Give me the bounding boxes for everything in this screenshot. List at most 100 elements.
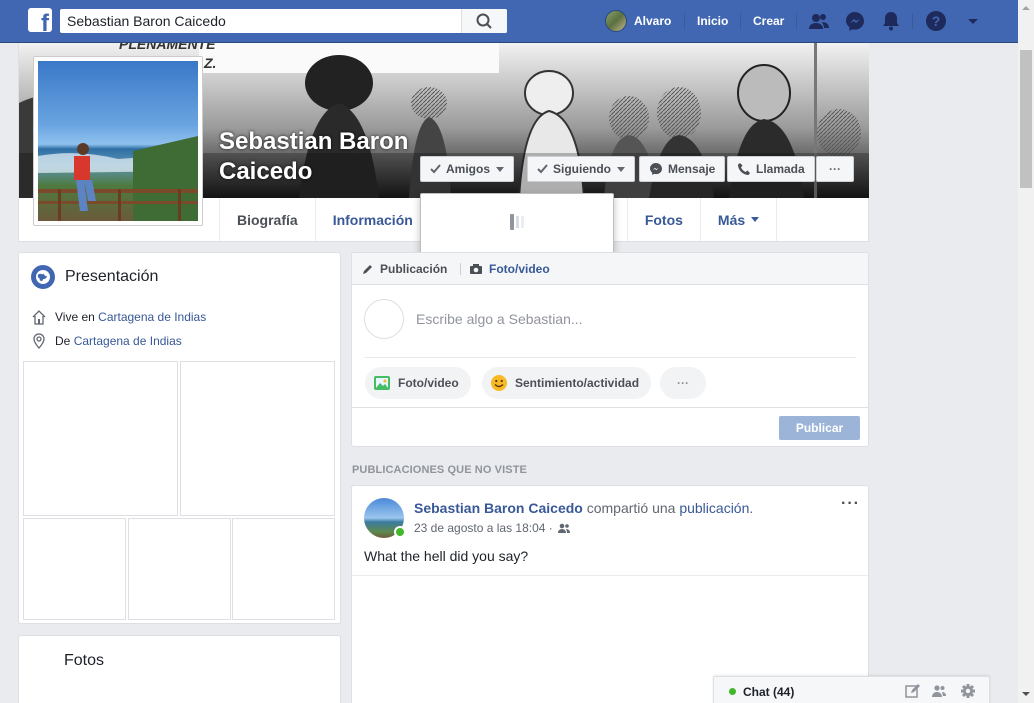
check-icon — [430, 164, 441, 174]
tab-label: Publicación — [380, 262, 448, 276]
messenger-icon — [650, 163, 662, 175]
post-shared-link[interactable]: publicación — [679, 500, 749, 516]
profile-picture[interactable] — [33, 56, 203, 226]
online-status-icon — [394, 526, 406, 538]
nav-user-profile-link[interactable]: Alvaro — [605, 9, 671, 33]
post-author-link[interactable]: Sebastian Baron Caicedo — [414, 500, 583, 516]
chevron-down-icon — [751, 217, 760, 222]
publish-button[interactable]: Publicar — [779, 416, 860, 440]
intro-card: Presentación Vive en Cartagena de Indias… — [18, 252, 341, 624]
more-icon: ··· — [829, 162, 841, 176]
from-city-link[interactable]: Cartagena de Indias — [74, 334, 182, 348]
following-button-label: Siguiendo — [553, 162, 611, 176]
profile-name[interactable]: Sebastian Baron Caicedo — [219, 127, 419, 187]
post-header: Sebastian Baron Caicedo compartió una pu… — [414, 500, 753, 516]
message-button-label: Mensaje — [668, 162, 716, 176]
more-options-button[interactable]: ··· — [816, 156, 854, 182]
intro-from-prefix: De — [55, 334, 71, 348]
loading-spinner-icon — [510, 214, 514, 230]
tab-biografia[interactable]: Biografía — [219, 198, 315, 241]
messenger-icon[interactable] — [844, 10, 866, 32]
featured-photo-slot[interactable] — [23, 518, 126, 620]
profile-photo-scene — [38, 136, 198, 221]
featured-photo-slot[interactable] — [23, 361, 178, 516]
pencil-icon — [363, 265, 372, 274]
scroll-up-arrow-icon[interactable] — [1022, 6, 1030, 10]
svg-text:PLENAMENTE: PLENAMENTE — [119, 43, 216, 52]
page-scrollbar[interactable] — [1018, 0, 1034, 703]
friends-button-label: Amigos — [446, 162, 491, 176]
nav-home-link[interactable]: Inicio — [697, 14, 728, 28]
section-label: PUBLICACIONES QUE NO VISTE — [352, 464, 527, 476]
post-composer: Publicación Foto/video Escribe algo a Se… — [351, 252, 869, 447]
loading-spinner-bar — [516, 216, 519, 228]
scroll-down-arrow-icon[interactable] — [1022, 692, 1030, 696]
intro-from: De Cartagena de Indias — [31, 333, 182, 349]
chat-label: Chat (44) — [743, 685, 795, 699]
nav-divider — [796, 13, 797, 29]
chevron-down-icon[interactable] — [962, 10, 984, 32]
photo-video-button[interactable]: Foto/video — [365, 367, 471, 399]
nav-user-name: Alvaro — [634, 14, 672, 28]
create-group-icon[interactable] — [931, 683, 947, 699]
tab-label: Información — [332, 211, 413, 228]
call-button[interactable]: Llamada — [727, 156, 815, 182]
call-button-label: Llamada — [756, 162, 805, 176]
search-button[interactable] — [461, 9, 507, 33]
photos-card: Fotos — [18, 635, 341, 703]
divider — [364, 357, 856, 358]
post-options-icon[interactable]: ··· — [841, 496, 860, 512]
friends-button[interactable]: Amigos — [420, 156, 515, 182]
svg-text:?: ? — [932, 13, 941, 29]
scrollbar-thumb[interactable] — [1020, 50, 1032, 188]
home-icon — [32, 310, 46, 325]
friends-dropdown-loading — [420, 193, 614, 255]
tab-informacion[interactable]: Información — [314, 198, 421, 241]
top-navigation-bar: f Alvaro Inicio Crear ? — [0, 0, 1018, 43]
location-pin-icon — [33, 333, 45, 349]
tab-mas[interactable]: Más — [699, 198, 778, 241]
intro-title: Presentación — [65, 268, 159, 285]
post-action-text: compartió una — [586, 500, 676, 516]
lives-city-link[interactable]: Cartagena de Indias — [98, 310, 206, 324]
tab-label: Biografía — [237, 211, 298, 228]
composer-tabs: Publicación Foto/video — [352, 253, 868, 285]
featured-photo-slot[interactable] — [180, 361, 335, 516]
facebook-logo-icon[interactable]: f — [28, 8, 52, 32]
nav-create-link[interactable]: Crear — [753, 14, 784, 28]
online-status-icon — [729, 688, 736, 695]
following-button[interactable]: Siguiendo — [527, 156, 635, 182]
user-avatar — [605, 10, 627, 32]
chevron-down-icon — [496, 166, 505, 172]
post-timestamp[interactable]: 23 de agosto a las 18:04 · — [414, 521, 553, 535]
friends-audience-icon — [557, 523, 570, 533]
intro-lives-in: Vive en Cartagena de Indias — [31, 309, 206, 325]
tab-publicacion[interactable]: Publicación — [362, 262, 447, 276]
composer-more-button[interactable]: ··· — [660, 367, 706, 399]
help-icon[interactable]: ? — [925, 10, 947, 32]
feeling-activity-button[interactable]: Sentimiento/actividad — [482, 367, 652, 399]
featured-photo-slot[interactable] — [232, 518, 335, 620]
notifications-icon[interactable] — [880, 10, 902, 32]
chevron-down-icon — [617, 166, 625, 172]
post-action-end: . — [749, 500, 754, 516]
camera-icon — [470, 264, 482, 274]
composer-input[interactable]: Escribe algo a Sebastian... — [416, 311, 583, 327]
gear-icon[interactable] — [960, 683, 976, 699]
tab-fotos[interactable]: Fotos — [626, 198, 700, 241]
friends-icon[interactable] — [808, 10, 830, 32]
profile-photo — [38, 61, 198, 221]
featured-photo-slot[interactable] — [128, 518, 231, 620]
message-button[interactable]: Mensaje — [639, 156, 726, 182]
composer-footer: Publicar — [352, 407, 868, 447]
tab-foto-video[interactable]: Foto/video — [469, 262, 550, 276]
search-box — [60, 9, 507, 33]
chat-bar[interactable]: Chat (44) — [713, 676, 990, 703]
compose-message-icon[interactable] — [904, 683, 920, 699]
more-icon: ··· — [677, 376, 689, 390]
photo-icon — [374, 376, 390, 390]
photos-card-title[interactable]: Fotos — [64, 652, 104, 670]
globe-icon — [31, 265, 55, 289]
phone-icon — [738, 163, 750, 175]
search-input[interactable] — [67, 12, 457, 30]
